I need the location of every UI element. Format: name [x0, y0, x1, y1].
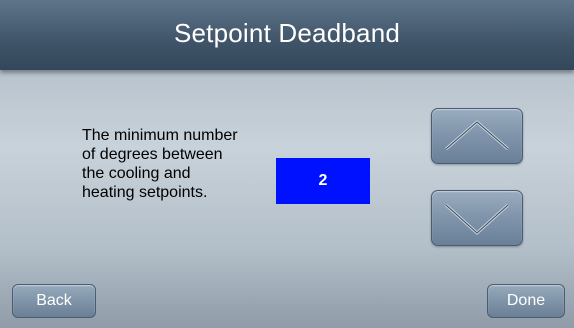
description-line: the cooling and [82, 165, 191, 182]
done-button[interactable]: Done [487, 284, 565, 318]
deadband-value: 2 [276, 158, 370, 204]
chevron-up-icon [445, 120, 509, 151]
title-bar: Setpoint Deadband [0, 0, 574, 70]
increase-button[interactable] [431, 108, 523, 164]
page-title: Setpoint Deadband [173, 18, 401, 48]
description-line: of degrees between [82, 146, 223, 163]
chevron-down-icon [444, 203, 510, 235]
back-button[interactable]: Back [12, 284, 96, 318]
description-line: heating setpoints. [82, 184, 208, 201]
decrease-button[interactable] [431, 190, 523, 246]
deadband-description: The minimum number of degrees between th… [82, 126, 292, 202]
description-line: The minimum number [82, 127, 238, 144]
